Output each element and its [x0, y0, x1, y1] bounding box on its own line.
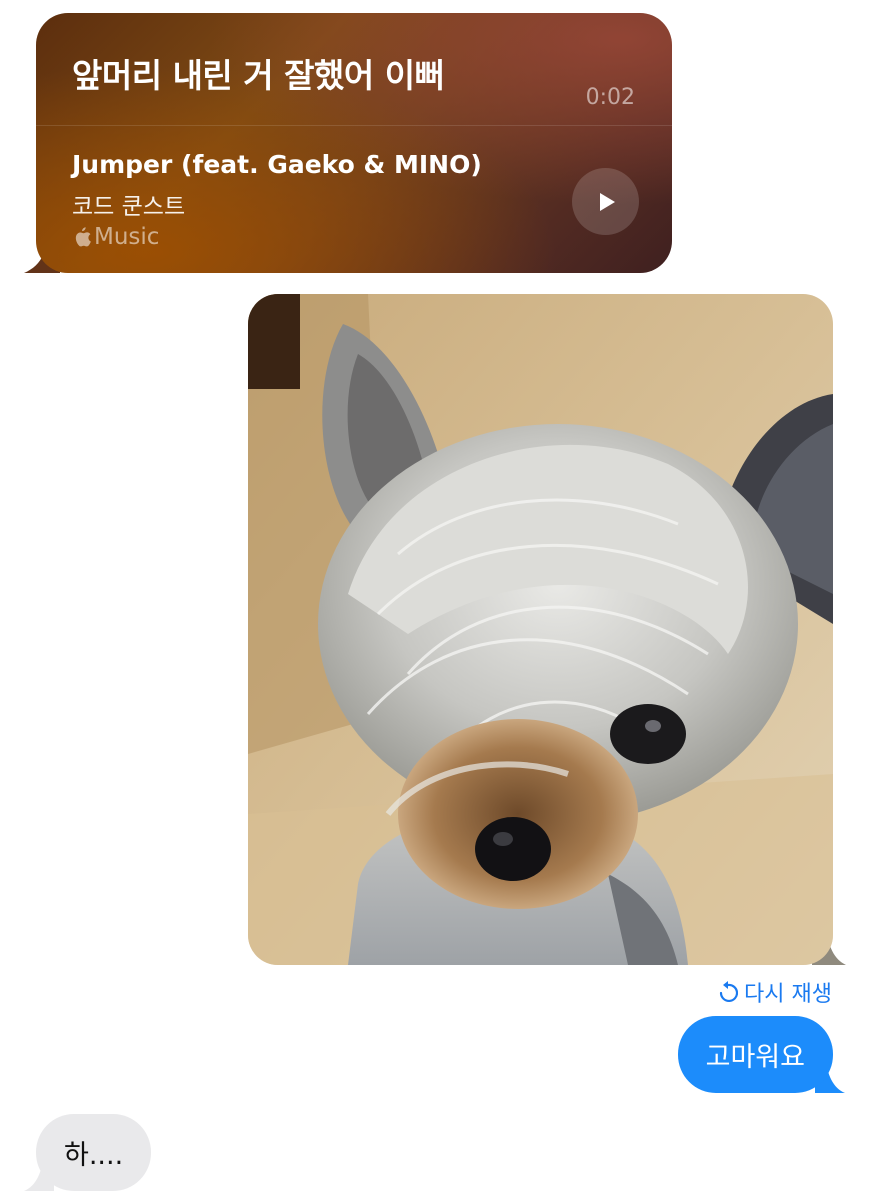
message-text: 하.... — [64, 1140, 124, 1171]
message-caption: 앞머리 내린 거 잘했어 이뻐 — [72, 56, 445, 95]
music-service-text: Music — [94, 224, 160, 250]
play-button[interactable] — [572, 168, 639, 235]
music-share-card[interactable]: 앞머리 내린 거 잘했어 이뻐 0:02 Jumper (feat. Gaeko… — [36, 13, 672, 273]
replay-icon — [719, 981, 739, 1002]
replay-button[interactable]: 다시 재생 — [718, 976, 832, 1008]
dog-photo — [248, 294, 833, 965]
replay-label: 다시 재생 — [744, 982, 832, 1007]
music-service-label: Music — [72, 224, 159, 250]
message-text: 고마워요 — [705, 1042, 805, 1073]
audio-duration: 0:02 — [585, 85, 635, 110]
song-artist: 코드 쿤스트 — [72, 194, 186, 220]
song-title[interactable]: Jumper (feat. Gaeko & MINO) — [72, 150, 482, 179]
play-icon — [599, 192, 615, 211]
message-bubble-incoming[interactable]: 하.... — [36, 1114, 152, 1191]
card-divider — [36, 125, 672, 126]
message-bubble-outgoing[interactable]: 고마워요 — [677, 1016, 833, 1093]
apple-icon — [75, 227, 91, 247]
shared-photo[interactable] — [248, 294, 833, 965]
